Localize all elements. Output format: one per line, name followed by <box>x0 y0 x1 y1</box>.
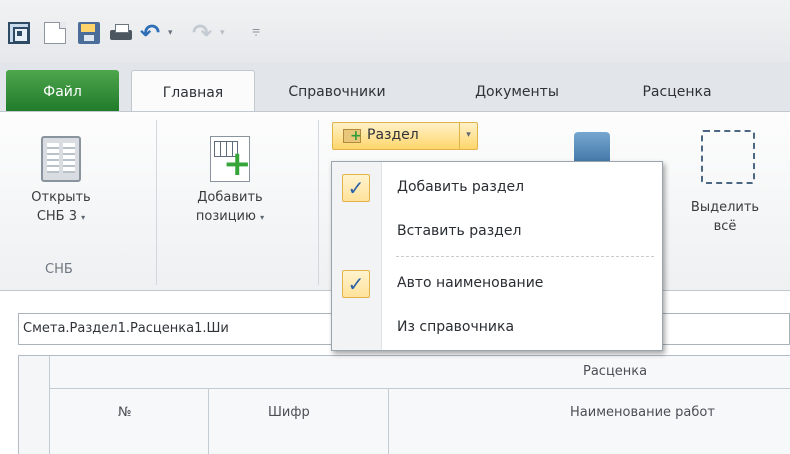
open-snb-label: Открыть <box>31 190 91 205</box>
tab-documents[interactable]: Документы <box>452 70 582 112</box>
add-position-label-2: позицию <box>195 209 256 224</box>
grid-column-header-row: № Шифр Наименование работ <box>50 389 790 454</box>
column-divider <box>208 389 209 454</box>
menu-item-add-section[interactable]: ✓ Добавить раздел <box>332 168 662 208</box>
tab-file[interactable]: Файл <box>6 70 119 112</box>
select-all-button[interactable]: Выделить всё <box>665 198 785 236</box>
grid-group-header-row: Расценка <box>50 356 790 389</box>
undo-dropdown-icon[interactable]: ▾ <box>168 28 190 38</box>
column-divider <box>388 389 389 454</box>
section-dropdown-arrow[interactable]: ▾ <box>459 123 477 149</box>
book-icon <box>41 136 81 182</box>
menu-item-from-reference[interactable]: Из справочника <box>332 308 662 348</box>
tab-rate[interactable]: Расценка <box>612 70 742 112</box>
menu-item-label: Авто наименование <box>397 275 544 291</box>
select-all-icon <box>701 130 755 184</box>
add-table-icon <box>210 136 252 182</box>
tab-home[interactable]: Главная <box>131 70 255 112</box>
select-all-label-2: всё <box>713 219 737 234</box>
open-snb-button[interactable]: Открыть СНБ 3 ▾ <box>6 136 116 227</box>
add-position-button[interactable]: Добавить позицию ▾ <box>175 136 285 227</box>
group-divider <box>318 120 319 285</box>
redo-icon[interactable]: ↷ <box>192 21 214 45</box>
column-header-work-name[interactable]: Наименование работ <box>570 405 715 420</box>
tab-references[interactable]: Справочники <box>272 70 402 112</box>
redo-dropdown-icon[interactable]: ▾ <box>220 28 242 38</box>
check-icon: ✓ <box>342 174 370 202</box>
column-header-code[interactable]: Шифр <box>268 405 310 420</box>
menu-item-label: Вставить раздел <box>397 223 522 239</box>
estimate-grid: Расценка № Шифр Наименование работ <box>18 355 790 454</box>
open-snb-label-2: СНБ 3 <box>36 209 78 224</box>
section-split-button[interactable]: Раздел ▾ <box>332 122 478 150</box>
customize-toolbar-icon[interactable]: ⩦ <box>252 22 274 44</box>
select-all-label: Выделить <box>690 200 760 215</box>
section-button[interactable]: Раздел <box>333 123 459 149</box>
add-section-icon <box>343 128 362 144</box>
chevron-down-icon: ▾ <box>81 213 86 222</box>
undo-icon[interactable]: ↶ <box>140 21 162 45</box>
section-button-label: Раздел <box>367 127 419 143</box>
chevron-down-icon: ▾ <box>260 213 265 222</box>
group-divider <box>156 120 157 285</box>
menu-item-insert-section[interactable]: Вставить раздел <box>332 212 662 252</box>
new-document-icon[interactable] <box>44 22 66 44</box>
menu-item-label: Добавить раздел <box>397 179 525 195</box>
snb-group-label: СНБ <box>45 262 73 277</box>
row-header-column <box>19 356 50 454</box>
ribbon-tabs: Файл Главная Справочники Документы Расце… <box>0 62 790 112</box>
quick-access-toolbar: ↶ ▾ ↷ ▾ ⩦ <box>0 0 790 62</box>
print-icon[interactable] <box>110 22 132 44</box>
add-position-label: Добавить <box>197 190 263 205</box>
save-icon[interactable] <box>78 22 100 44</box>
menu-item-label: Из справочника <box>397 319 515 335</box>
menu-item-auto-name[interactable]: ✓ Авто наименование <box>332 264 662 304</box>
check-icon: ✓ <box>342 270 370 298</box>
app-icon[interactable] <box>8 22 30 44</box>
section-dropdown-menu: ✓ Добавить раздел Вставить раздел ✓ Авто… <box>331 161 663 351</box>
menu-separator <box>396 256 654 257</box>
group-header-rate[interactable]: Расценка <box>583 364 647 379</box>
column-header-number[interactable]: № <box>118 405 132 420</box>
